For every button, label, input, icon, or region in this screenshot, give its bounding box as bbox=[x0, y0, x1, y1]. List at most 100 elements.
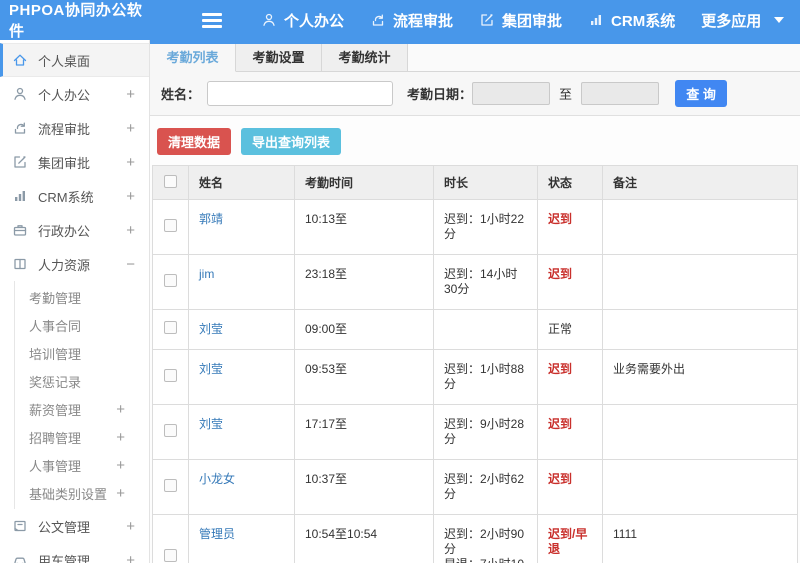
sidebar-item-0[interactable]: 个人桌面 bbox=[0, 43, 149, 77]
date-from-input[interactable] bbox=[472, 82, 551, 105]
cell-status: 迟到/早退 bbox=[537, 514, 603, 563]
expand-icon[interactable]: + bbox=[126, 222, 139, 239]
row-checkbox[interactable] bbox=[164, 478, 177, 492]
expand-icon[interactable]: + bbox=[116, 457, 129, 474]
sidebar-item-2[interactable]: 流程审批 + bbox=[0, 111, 149, 145]
cell-status: 正常 bbox=[537, 309, 603, 350]
row-checkbox[interactable] bbox=[164, 273, 177, 287]
sidebar-subitem-3[interactable]: 奖惩记录 bbox=[15, 367, 149, 395]
row-checkbox-cell bbox=[152, 199, 189, 255]
expand-icon[interactable]: + bbox=[126, 154, 139, 171]
table-row-1: jim 23:18至 迟到：14小时30分 迟到 bbox=[152, 254, 798, 310]
sidebar-item-8[interactable]: 用车管理 + bbox=[0, 543, 149, 563]
tab-2[interactable]: 考勤统计 bbox=[322, 44, 408, 71]
topnav-item-4[interactable]: 更多应用 bbox=[688, 0, 797, 40]
sidebar-subitem-2[interactable]: 培训管理 bbox=[15, 339, 149, 367]
topnav-item-1[interactable]: 流程审批 bbox=[357, 0, 466, 40]
row-checkbox[interactable] bbox=[164, 423, 177, 437]
chart-icon bbox=[12, 188, 29, 205]
row-checkbox[interactable] bbox=[164, 548, 177, 562]
employee-name-link[interactable]: 刘莹 bbox=[199, 362, 223, 376]
cell-note: 业务需要外出 bbox=[602, 349, 798, 405]
expand-icon[interactable]: + bbox=[116, 485, 129, 502]
query-button[interactable]: 查 询 bbox=[675, 80, 728, 107]
name-input[interactable] bbox=[207, 81, 394, 106]
tabstrip-filler bbox=[408, 44, 800, 71]
briefcase-icon bbox=[12, 222, 29, 239]
expand-icon[interactable]: + bbox=[126, 120, 139, 137]
attendance-table: 姓名 考勤时间 时长 状态 备注 郭靖 10:13至 迟到：1小时22分 迟到 jim 23:18… bbox=[152, 165, 798, 563]
app-logo: PHPOA协同办公软件 bbox=[9, 2, 143, 40]
sidebar-item-1[interactable]: 个人办公 + bbox=[0, 77, 149, 111]
cell-note: 1111 bbox=[602, 514, 798, 563]
topnav-item-2[interactable]: 集团审批 bbox=[466, 0, 575, 40]
date-label: 考勤日期： bbox=[407, 87, 473, 102]
employee-name-link[interactable]: 刘莹 bbox=[199, 417, 223, 431]
employee-name-link[interactable]: 刘莹 bbox=[199, 322, 223, 336]
select-all-checkbox[interactable] bbox=[164, 174, 177, 188]
sidebar-submenu: 考勤管理 人事合同 培训管理 奖惩记录 薪资管理 + 招聘管理 + 人事管理 + 基础类别设置 + bbox=[14, 281, 149, 509]
status-badge: 迟到 bbox=[548, 417, 573, 431]
column-header-4: 备注 bbox=[602, 165, 798, 200]
cell-note bbox=[602, 459, 798, 515]
row-checkbox[interactable] bbox=[164, 368, 177, 382]
cell-time: 10:13至 bbox=[294, 199, 434, 255]
sidebar-item-label: 个人办公 bbox=[38, 87, 91, 103]
row-checkbox[interactable] bbox=[164, 321, 177, 334]
sidebar-item-6[interactable]: 人力资源 − bbox=[0, 247, 149, 281]
sidebar-item-label: 用车管理 bbox=[38, 553, 91, 563]
export-list-button[interactable]: 导出查询列表 bbox=[241, 128, 342, 155]
expand-icon[interactable]: + bbox=[116, 429, 129, 446]
cell-duration bbox=[433, 309, 538, 350]
date-to-input[interactable] bbox=[581, 82, 660, 105]
cell-status: 迟到 bbox=[537, 404, 603, 460]
topnav-label: CRM系统 bbox=[611, 12, 676, 30]
cell-status: 迟到 bbox=[537, 349, 603, 405]
row-checkbox-cell bbox=[152, 254, 189, 310]
expand-icon[interactable]: + bbox=[126, 552, 139, 563]
cell-time: 23:18至 bbox=[294, 254, 434, 310]
employee-name-link[interactable]: 郭靖 bbox=[199, 212, 223, 226]
name-label: 姓名： bbox=[161, 87, 201, 102]
sidebar-subitem-6[interactable]: 人事管理 + bbox=[15, 451, 149, 479]
expand-icon[interactable]: + bbox=[126, 86, 139, 103]
topnav-item-0[interactable]: 个人办公 bbox=[248, 0, 357, 40]
clear-data-button[interactable]: 清理数据 bbox=[157, 128, 232, 155]
employee-name-link[interactable]: jim bbox=[199, 267, 214, 281]
cell-duration: 迟到：9小时28分 bbox=[433, 404, 538, 460]
table-row-5: 小龙女 10:37至 迟到：2小时62分 迟到 bbox=[152, 459, 798, 515]
cell-status: 迟到 bbox=[537, 459, 603, 515]
table-row-2: 刘莹 09:00至 正常 bbox=[152, 309, 798, 350]
row-checkbox-cell bbox=[152, 309, 189, 350]
sidebar-subitem-4[interactable]: 薪资管理 + bbox=[15, 395, 149, 423]
sidebar-item-5[interactable]: 行政办公 + bbox=[0, 213, 149, 247]
employee-name-link[interactable]: 小龙女 bbox=[199, 472, 235, 486]
sidebar-item-4[interactable]: CRM系统 + bbox=[0, 179, 149, 213]
sidebar-subitem-1[interactable]: 人事合同 bbox=[15, 311, 149, 339]
sidebar-item-3[interactable]: 集团审批 + bbox=[0, 145, 149, 179]
expand-icon[interactable]: + bbox=[126, 518, 139, 535]
column-header-1: 考勤时间 bbox=[294, 165, 434, 200]
sidebar-subitem-0[interactable]: 考勤管理 bbox=[15, 283, 149, 311]
edit-icon bbox=[479, 12, 495, 28]
topnav-item-3[interactable]: CRM系统 bbox=[575, 0, 688, 40]
table-row-0: 郭靖 10:13至 迟到：1小时22分 迟到 bbox=[152, 199, 798, 255]
topnav-label: 集团审批 bbox=[502, 12, 563, 30]
tab-0[interactable]: 考勤列表 bbox=[150, 44, 236, 72]
expand-icon[interactable]: + bbox=[126, 188, 139, 205]
employee-name-link[interactable]: 管理员 bbox=[199, 527, 235, 541]
cell-note bbox=[602, 254, 798, 310]
status-badge: 正常 bbox=[548, 322, 573, 336]
row-checkbox-cell bbox=[152, 349, 189, 405]
cell-name: 小龙女 bbox=[188, 459, 295, 515]
menu-toggle-icon[interactable] bbox=[202, 12, 222, 28]
collapse-icon[interactable]: − bbox=[126, 256, 139, 273]
cell-time: 17:17至 bbox=[294, 404, 434, 460]
tab-1[interactable]: 考勤设置 bbox=[236, 44, 322, 71]
topnav-label: 流程审批 bbox=[393, 12, 454, 30]
sidebar-subitem-7[interactable]: 基础类别设置 + bbox=[15, 479, 149, 507]
expand-icon[interactable]: + bbox=[116, 401, 129, 418]
sidebar-subitem-5[interactable]: 招聘管理 + bbox=[15, 423, 149, 451]
row-checkbox[interactable] bbox=[164, 218, 177, 232]
sidebar-item-7[interactable]: 公文管理 + bbox=[0, 509, 149, 543]
